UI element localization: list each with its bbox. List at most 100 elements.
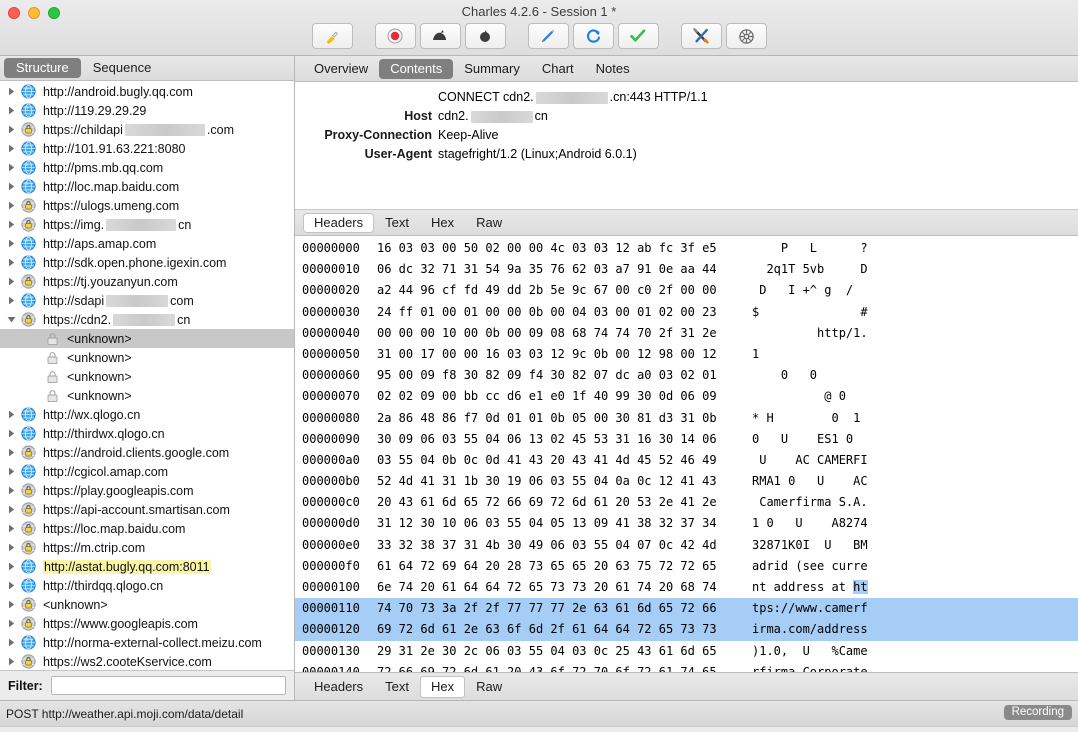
chevron-right-icon[interactable]	[4, 163, 18, 172]
tree-item[interactable]: <unknown>	[0, 386, 294, 405]
chevron-right-icon[interactable]	[4, 220, 18, 229]
request-tab-raw[interactable]: Raw	[465, 213, 513, 233]
hex-row[interactable]: 000000b0 52 4d 41 31 1b 30 19 06 03 55 04…	[295, 471, 1078, 492]
tree-item[interactable]: http://astat.bugly.qq.com:8011	[0, 557, 294, 576]
tree-item[interactable]: http://norma-external-collect.meizu.com	[0, 633, 294, 652]
hex-row[interactable]: 00000100 6e 74 20 61 64 64 72 65 73 73 20…	[295, 577, 1078, 598]
tree-item[interactable]: https://loc.map.baidu.com	[0, 519, 294, 538]
tree-item[interactable]: https://ws2.cooteKservice.com	[0, 652, 294, 670]
tree-item[interactable]: https://childapi .com	[0, 120, 294, 139]
tree-item[interactable]: https://www.googleapis.com	[0, 614, 294, 633]
tree-item[interactable]: https://play.googleapis.com	[0, 481, 294, 500]
response-tab-raw[interactable]: Raw	[465, 676, 513, 698]
tree-item[interactable]: http://wx.qlogo.cn	[0, 405, 294, 424]
chevron-right-icon[interactable]	[4, 505, 18, 514]
chevron-right-icon[interactable]	[4, 562, 18, 571]
tree-item[interactable]: http://loc.map.baidu.com	[0, 177, 294, 196]
hex-row[interactable]: 00000030 24 ff 01 00 01 00 00 0b 00 04 03…	[295, 302, 1078, 323]
tree-item[interactable]: http://sdapi com	[0, 291, 294, 310]
hex-dump[interactable]: 00000000 16 03 03 00 50 02 00 00 4c 03 03…	[295, 236, 1078, 672]
chevron-right-icon[interactable]	[4, 125, 18, 134]
chevron-right-icon[interactable]	[4, 144, 18, 153]
chevron-right-icon[interactable]	[4, 638, 18, 647]
tree-item[interactable]: http://119.29.29.29	[0, 101, 294, 120]
chevron-right-icon[interactable]	[4, 486, 18, 495]
request-tab-headers[interactable]: Headers	[303, 212, 375, 233]
tree-item[interactable]: https://m.ctrip.com	[0, 538, 294, 557]
response-tab-text[interactable]: Text	[374, 676, 420, 698]
chevron-right-icon[interactable]	[4, 467, 18, 476]
hex-row[interactable]: 00000050 31 00 17 00 00 16 03 03 12 9c 0b…	[295, 344, 1078, 365]
tree-item[interactable]: http://101.91.63.221:8080	[0, 139, 294, 158]
tree-item[interactable]: http://android.bugly.qq.com	[0, 82, 294, 101]
tree-item[interactable]: https://android.clients.google.com	[0, 443, 294, 462]
chevron-right-icon[interactable]	[4, 524, 18, 533]
tree-item[interactable]: https://ulogs.umeng.com	[0, 196, 294, 215]
chevron-down-icon[interactable]	[4, 315, 18, 324]
detail-tab-notes[interactable]: Notes	[585, 59, 641, 79]
hex-row[interactable]: 00000010 06 dc 32 71 31 54 9a 35 76 62 03…	[295, 259, 1078, 280]
session-tab-sequence[interactable]: Sequence	[81, 58, 164, 78]
chevron-right-icon[interactable]	[4, 657, 18, 666]
hex-row[interactable]: 00000130 29 31 2e 30 2c 06 03 55 04 03 0c…	[295, 641, 1078, 662]
hex-row[interactable]: 00000080 2a 86 48 86 f7 0d 01 01 0b 05 00…	[295, 408, 1078, 429]
chevron-right-icon[interactable]	[4, 581, 18, 590]
request-tab-hex[interactable]: Hex	[420, 213, 465, 233]
chevron-right-icon[interactable]	[4, 410, 18, 419]
chevron-right-icon[interactable]	[4, 429, 18, 438]
detail-tab-overview[interactable]: Overview	[303, 59, 379, 79]
chevron-right-icon[interactable]	[4, 239, 18, 248]
tree-item[interactable]: <unknown>	[0, 367, 294, 386]
detail-tab-summary[interactable]: Summary	[453, 59, 531, 79]
tree-item[interactable]: https://cdn2. cn	[0, 310, 294, 329]
tree-item[interactable]: <unknown>	[0, 348, 294, 367]
hex-row[interactable]: 00000060 95 00 09 f8 30 82 09 f4 30 82 07…	[295, 365, 1078, 386]
clear-session-button[interactable]	[311, 23, 353, 49]
hex-row[interactable]: 000000f0 61 64 72 69 64 20 28 73 65 65 20…	[295, 556, 1078, 577]
chevron-right-icon[interactable]	[4, 619, 18, 628]
chevron-right-icon[interactable]	[4, 106, 18, 115]
chevron-right-icon[interactable]	[4, 201, 18, 210]
chevron-right-icon[interactable]	[4, 277, 18, 286]
chevron-right-icon[interactable]	[4, 600, 18, 609]
chevron-right-icon[interactable]	[4, 87, 18, 96]
validate-button[interactable]	[617, 23, 659, 49]
chevron-right-icon[interactable]	[4, 296, 18, 305]
recording-status-badge[interactable]: Recording	[1003, 705, 1072, 720]
tree-item[interactable]: <unknown>	[0, 595, 294, 614]
tree-item[interactable]: http://cgicol.amap.com	[0, 462, 294, 481]
request-tab-text[interactable]: Text	[374, 213, 420, 233]
tree-item[interactable]: http://aps.amap.com	[0, 234, 294, 253]
hex-row[interactable]: 00000070 02 02 09 00 bb cc d6 e1 e0 1f 40…	[295, 386, 1078, 407]
hex-row[interactable]: 00000090 30 09 06 03 55 04 06 13 02 45 53…	[295, 429, 1078, 450]
hex-row[interactable]: 00000110 74 70 73 3a 2f 2f 77 77 77 2e 63…	[295, 598, 1078, 620]
tree-item[interactable]: http://pms.mb.qq.com	[0, 158, 294, 177]
session-tab-structure[interactable]: Structure	[4, 58, 81, 78]
repeat-button[interactable]	[572, 23, 614, 49]
chevron-right-icon[interactable]	[4, 182, 18, 191]
hex-row[interactable]: 00000020 a2 44 96 cf fd 49 dd 2b 5e 9c 67…	[295, 280, 1078, 301]
tree-item[interactable]: http://thirdwx.qlogo.cn	[0, 424, 294, 443]
tools-button[interactable]	[680, 23, 722, 49]
tree-item[interactable]: https://tj.youzanyun.com	[0, 272, 294, 291]
hex-row[interactable]: 000000e0 33 32 38 37 31 4b 30 49 06 03 55…	[295, 535, 1078, 556]
hex-row[interactable]: 000000d0 31 12 30 10 06 03 55 04 05 13 09…	[295, 513, 1078, 534]
response-tab-headers[interactable]: Headers	[303, 676, 374, 698]
hex-row[interactable]: 00000140 72 66 69 72 6d 61 20 43 6f 72 70…	[295, 662, 1078, 672]
filter-input[interactable]	[50, 676, 286, 695]
chevron-right-icon[interactable]	[4, 448, 18, 457]
session-tree[interactable]: http://android.bugly.qq.com http://119.29…	[0, 81, 294, 670]
tree-item[interactable]: <unknown>	[0, 329, 294, 348]
settings-button[interactable]	[725, 23, 767, 49]
detail-tab-contents[interactable]: Contents	[379, 58, 454, 79]
chevron-right-icon[interactable]	[4, 258, 18, 267]
throttle-button[interactable]	[419, 23, 461, 49]
tree-item[interactable]: http://thirdqq.qlogo.cn	[0, 576, 294, 595]
hex-row[interactable]: 000000c0 20 43 61 6d 65 72 66 69 72 6d 61…	[295, 492, 1078, 513]
compose-button[interactable]	[527, 23, 569, 49]
tree-item[interactable]: http://sdk.open.phone.igexin.com	[0, 253, 294, 272]
tree-item[interactable]: https://img. cn	[0, 215, 294, 234]
breakpoints-button[interactable]	[464, 23, 506, 49]
detail-tab-chart[interactable]: Chart	[531, 59, 585, 79]
hex-row[interactable]: 00000000 16 03 03 00 50 02 00 00 4c 03 03…	[295, 238, 1078, 259]
